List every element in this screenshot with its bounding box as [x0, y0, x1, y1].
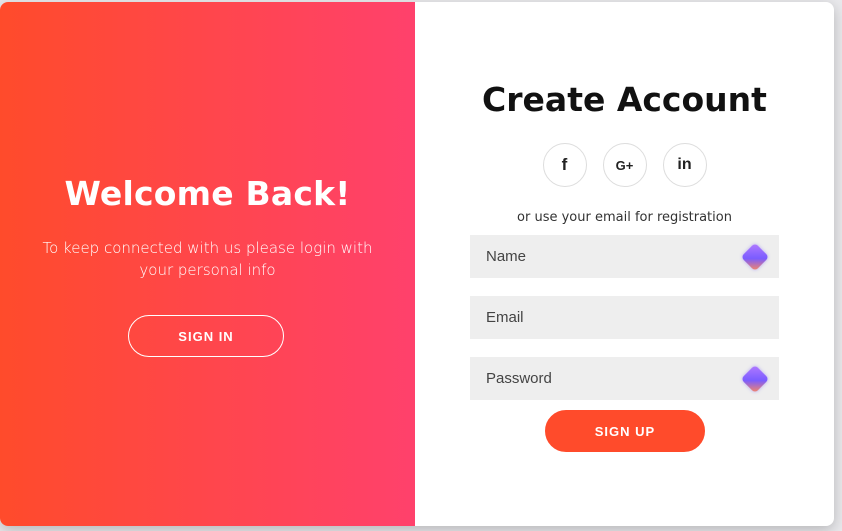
password-field: [470, 357, 779, 400]
social-login-group: f G+ in: [415, 143, 834, 187]
facebook-button[interactable]: f: [542, 143, 587, 187]
welcome-title: Welcome Back!: [64, 174, 351, 213]
google-plus-icon: G+: [615, 157, 634, 173]
name-field: [470, 235, 779, 278]
name-input[interactable]: [470, 235, 779, 278]
facebook-icon: f: [561, 155, 568, 174]
create-account-title: Create Account: [482, 80, 767, 119]
sign-in-button[interactable]: SIGN IN: [128, 315, 284, 357]
auth-card: Welcome Back! To keep connected with us …: [0, 2, 834, 526]
linkedin-button[interactable]: in: [662, 143, 707, 187]
welcome-panel: Welcome Back! To keep connected with us …: [0, 2, 415, 526]
sign-up-form: Create Account f G+ in or use your email…: [415, 2, 834, 526]
welcome-text: To keep connected with us please login w…: [42, 239, 373, 279]
email-input[interactable]: [470, 296, 779, 339]
sign-up-button[interactable]: SIGN UP: [545, 410, 705, 452]
google-plus-button[interactable]: G+: [602, 143, 647, 187]
linkedin-icon: in: [677, 156, 692, 173]
registration-hint: or use your email for registration: [517, 210, 732, 225]
email-field: [470, 296, 779, 339]
password-input[interactable]: [470, 357, 779, 400]
